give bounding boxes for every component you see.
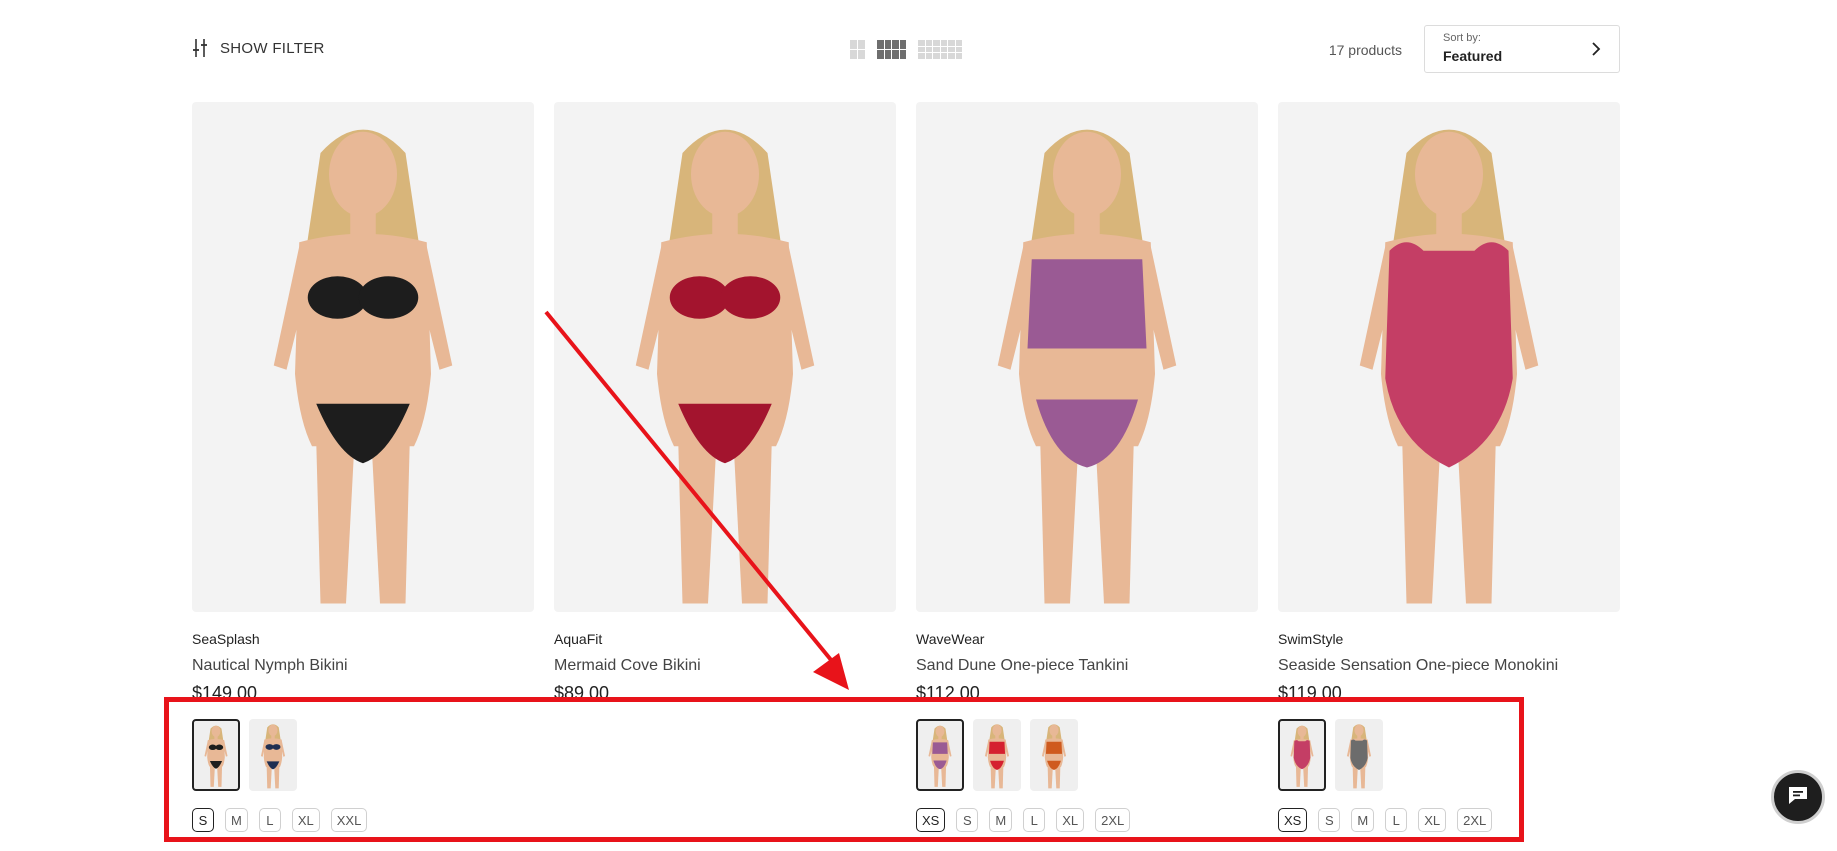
product-price: $119.00	[1278, 683, 1342, 703]
product-title[interactable]: Nautical Nymph Bikini	[192, 657, 534, 675]
size-option[interactable]: XL	[1056, 808, 1085, 832]
product-count: 17 products	[1328, 42, 1402, 58]
product-title[interactable]: Seaside Sensation One-piece Monokini	[1278, 657, 1620, 675]
product-title[interactable]: Mermaid Cove Bikini	[554, 657, 896, 675]
product-image[interactable]	[916, 102, 1258, 612]
size-option[interactable]: S	[192, 808, 214, 832]
size-option[interactable]: S	[956, 808, 979, 832]
size-option[interactable]: M	[1351, 808, 1375, 832]
chevron-right-icon	[1591, 42, 1601, 61]
sort-dropdown[interactable]: Sort by: Featured	[1424, 25, 1620, 73]
size-options: S M L XL XXL	[192, 808, 534, 832]
show-filter-button[interactable]: SHOW FILTER	[192, 38, 325, 58]
product-card: WaveWear Sand Dune One-piece Tankini $11…	[916, 102, 1258, 832]
size-option[interactable]: XL	[291, 808, 320, 832]
product-image[interactable]	[1278, 102, 1620, 612]
product-image[interactable]	[554, 102, 896, 612]
color-swatch[interactable]	[916, 719, 964, 791]
color-swatches	[192, 719, 534, 793]
size-options: XS S M L XL 2XL	[916, 808, 1258, 832]
color-swatches	[1278, 719, 1620, 793]
size-options: XS S M L XL 2XL	[1278, 808, 1620, 832]
color-swatch[interactable]	[1278, 719, 1326, 791]
filter-sliders-icon	[192, 38, 208, 58]
product-price: $149.00	[192, 683, 258, 703]
color-swatch[interactable]	[192, 719, 240, 791]
product-brand: SwimStyle	[1278, 631, 1344, 647]
size-option[interactable]: S	[1318, 808, 1341, 832]
color-swatch[interactable]	[1030, 719, 1078, 791]
size-option[interactable]: XS	[916, 808, 946, 832]
color-swatch[interactable]	[1335, 719, 1383, 791]
size-option[interactable]: M	[989, 808, 1013, 832]
size-option[interactable]: XL	[1418, 808, 1447, 832]
size-option[interactable]: 2XL	[1457, 808, 1493, 832]
product-brand: SeaSplash	[192, 631, 260, 647]
size-option[interactable]: L	[1385, 808, 1408, 832]
product-card: SwimStyle Seaside Sensation One-piece Mo…	[1278, 102, 1620, 832]
size-option[interactable]: L	[1023, 808, 1046, 832]
product-title[interactable]: Sand Dune One-piece Tankini	[916, 657, 1258, 675]
chat-icon	[1786, 784, 1810, 811]
color-swatches	[916, 719, 1258, 793]
grid-view-switcher	[850, 40, 962, 60]
chat-button[interactable]	[1771, 770, 1825, 824]
show-filter-label: SHOW FILTER	[220, 39, 325, 57]
product-card: AquaFit Mermaid Cove Bikini $89.00	[554, 102, 896, 808]
size-option[interactable]: M	[225, 808, 248, 832]
size-option[interactable]: XS	[1278, 808, 1308, 832]
product-brand: WaveWear	[916, 631, 985, 647]
size-option[interactable]: XXL	[330, 808, 368, 832]
grid-4-columns-icon[interactable]	[877, 40, 906, 60]
product-image[interactable]	[192, 102, 534, 612]
product-price: $112.00	[916, 683, 980, 703]
product-card: SeaSplash Nautical Nymph Bikini $149.00 …	[192, 102, 534, 832]
size-option[interactable]: 2XL	[1095, 808, 1131, 832]
grid-2-columns-icon[interactable]	[850, 40, 865, 60]
sort-label: Sort by:	[1443, 32, 1481, 44]
grid-6-columns-icon[interactable]	[918, 40, 962, 60]
color-swatch[interactable]	[249, 719, 297, 791]
sort-value: Featured	[1443, 48, 1503, 64]
product-price: $89.00	[554, 683, 610, 703]
color-swatches	[554, 719, 896, 793]
product-brand: AquaFit	[554, 631, 603, 647]
collection-toolbar: SHOW FILTER 17 products Sort by: Feature…	[192, 24, 1620, 76]
size-option[interactable]: L	[258, 808, 281, 832]
color-swatch[interactable]	[973, 719, 1021, 791]
